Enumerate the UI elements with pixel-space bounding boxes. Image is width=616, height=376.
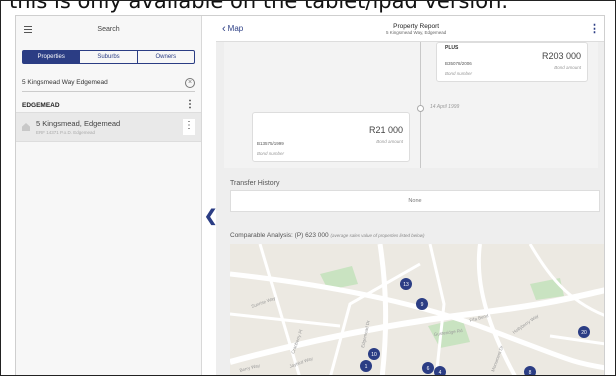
bond-number: B13575/1999 bbox=[257, 141, 284, 146]
map-pin-label: 4 bbox=[439, 370, 442, 376]
bond-number-label: Bond number bbox=[257, 151, 285, 156]
map-pin-label: 8 bbox=[529, 370, 532, 376]
search-title: Search bbox=[97, 25, 120, 33]
map-pin-label: 20 bbox=[581, 330, 587, 336]
comparable-analysis-heading: Comparable Analysis: (P) 623 000 (averag… bbox=[230, 232, 425, 239]
bond-card-label: PLUS bbox=[445, 45, 459, 51]
map-pin-label: 13 bbox=[403, 282, 409, 288]
map-pin[interactable]: 9 bbox=[416, 298, 428, 310]
analysis-note: (average sales value of properties liste… bbox=[330, 233, 425, 238]
result-more-icon[interactable]: ⋮ bbox=[183, 119, 195, 135]
result-subtitle: ERF 14371 P.o.D. Edgemead bbox=[36, 130, 95, 135]
tab-suburbs[interactable]: Suburbs bbox=[79, 51, 136, 63]
menu-icon[interactable] bbox=[24, 25, 36, 34]
result-title: 5 Kingsmead, Edgemead bbox=[36, 119, 121, 128]
timeline-node bbox=[417, 105, 424, 112]
chevron-left-icon: ‹ bbox=[222, 22, 226, 35]
transfer-history-value: None bbox=[230, 190, 600, 212]
result-body: 5 Kingsmead, Edgemead ERF 14371 P.o.D. E… bbox=[36, 119, 183, 135]
suburb-group-header: EDGEMEAD ⋮ bbox=[16, 98, 201, 112]
bond-card-older[interactable]: R21 000 Bond amount B13575/1999 Bond num… bbox=[252, 112, 410, 162]
property-report-panel: ‹ Map Property Report 5 Kingsmead Way, E… bbox=[216, 16, 605, 376]
back-to-map-button[interactable]: ‹ Map bbox=[222, 23, 243, 35]
back-label: Map bbox=[227, 24, 244, 33]
search-field[interactable]: 5 Kingsmead Way Edgemead × bbox=[22, 74, 195, 92]
report-menu-icon[interactable]: ⋮ bbox=[589, 22, 600, 35]
map-pin-label: 9 bbox=[421, 302, 424, 308]
frame: this is only available on the tablet/ipa… bbox=[0, 0, 616, 376]
report-title-block: Property Report 5 Kingsmead Way, Edgemea… bbox=[243, 23, 589, 35]
map-pin-label: 1 bbox=[365, 364, 368, 370]
timeline-date: 14 April 1999 bbox=[430, 104, 460, 110]
bond-timeline: PLUS B35078/2006 Bond number R203 000 Bo… bbox=[224, 42, 598, 168]
caption-text: this is only available on the tablet/ipa… bbox=[9, 0, 509, 13]
group-more-icon[interactable]: ⋮ bbox=[185, 100, 195, 110]
search-input[interactable]: 5 Kingsmead Way Edgemead bbox=[22, 79, 185, 86]
bond-number: B35078/2006 bbox=[445, 61, 472, 66]
map-pin[interactable]: 1 bbox=[360, 360, 372, 372]
bond-amount-label: Bond amount bbox=[376, 139, 403, 144]
bond-card-recent[interactable]: PLUS B35078/2006 Bond number R203 000 Bo… bbox=[436, 42, 588, 82]
map-pin[interactable]: 13 bbox=[400, 278, 412, 290]
group-name: EDGEMEAD bbox=[22, 101, 60, 109]
map-pin[interactable]: 10 bbox=[368, 348, 380, 360]
bond-number-label: Bond number bbox=[445, 71, 473, 76]
search-type-tabs: Properties Suburbs Owners bbox=[22, 50, 195, 64]
search-panel: Search Properties Suburbs Owners 5 Kings… bbox=[16, 16, 202, 375]
transfer-history-heading: Transfer History bbox=[230, 180, 280, 187]
map-pin[interactable]: 6 bbox=[422, 362, 434, 374]
tablet-screen: Search Properties Suburbs Owners 5 Kings… bbox=[15, 15, 605, 376]
tab-properties[interactable]: Properties bbox=[23, 51, 80, 63]
report-top-bar: ‹ Map Property Report 5 Kingsmead Way, E… bbox=[216, 16, 604, 42]
analysis-label: Comparable Analysis: (P) 623 000 bbox=[230, 232, 329, 239]
map-pin[interactable]: 20 bbox=[578, 326, 590, 338]
bond-amount-label: Bond amount bbox=[554, 65, 581, 70]
clear-search-icon[interactable]: × bbox=[185, 77, 195, 88]
comparables-map[interactable]: Sunrise Way Cranberry Pl Fifa Bend Guste… bbox=[230, 244, 605, 376]
home-icon bbox=[22, 123, 30, 131]
bond-amount: R203 000 bbox=[541, 51, 581, 61]
report-subtitle: 5 Kingsmead Way, Edgemead bbox=[385, 29, 447, 35]
search-result-item[interactable]: 5 Kingsmead, Edgemead ERF 14371 P.o.D. E… bbox=[16, 112, 201, 142]
tab-owners[interactable]: Owners bbox=[136, 51, 194, 63]
report-title: Property Report bbox=[393, 22, 440, 30]
map-pin-label: 10 bbox=[371, 352, 377, 358]
map-canvas[interactable]: Sunrise Way Cranberry Pl Fifa Bend Guste… bbox=[230, 244, 605, 376]
search-header: Search bbox=[16, 16, 201, 42]
map-pin-label: 6 bbox=[427, 366, 430, 372]
bond-amount: R21 000 bbox=[368, 125, 403, 135]
